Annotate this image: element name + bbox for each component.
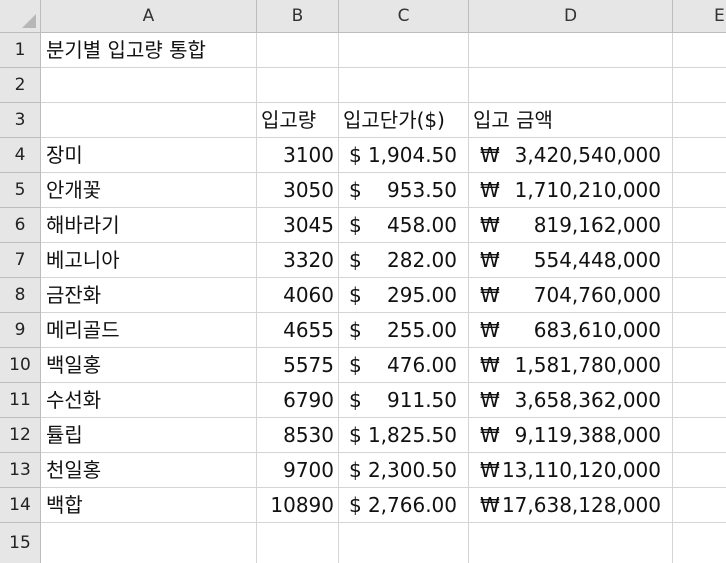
cell-krw-symbol: ₩: [480, 423, 500, 447]
gridline: [41, 67, 726, 68]
cell-price[interactable]: 282.00: [361, 243, 457, 277]
cell-qty[interactable]: 10890: [256, 488, 334, 522]
cell-qty[interactable]: 3045: [256, 208, 334, 242]
spreadsheet: A B C D E 1 2 3 4 5 6 7 8 9 10 11 12 13 …: [0, 0, 726, 563]
cell-qty[interactable]: 6790: [256, 383, 334, 417]
header-unit-price[interactable]: 입고단가($): [343, 103, 445, 137]
cell-amount[interactable]: 13,110,120,000: [501, 453, 661, 487]
row-header-13[interactable]: 13: [0, 453, 41, 488]
cell-amount[interactable]: 683,610,000: [501, 313, 661, 347]
cell-usd-symbol: $: [349, 353, 362, 377]
column-header-a[interactable]: A: [41, 0, 257, 33]
cell-price[interactable]: 1,825.50: [361, 418, 457, 452]
cell-name[interactable]: 백합: [46, 488, 83, 522]
cell-name[interactable]: 천일홍: [46, 453, 101, 487]
cell-usd-symbol: $: [349, 493, 362, 517]
cell-krw-symbol: ₩: [480, 178, 500, 202]
row-header-4[interactable]: 4: [0, 138, 41, 173]
row-header-14[interactable]: 14: [0, 488, 41, 523]
row-header-5[interactable]: 5: [0, 173, 41, 208]
cell-name[interactable]: 안개꽃: [46, 173, 101, 207]
row-header-1[interactable]: 1: [0, 33, 41, 68]
select-all-button[interactable]: [0, 0, 41, 33]
cell-name[interactable]: 해바라기: [46, 208, 120, 242]
cell-krw-symbol: ₩: [480, 213, 500, 237]
gridline: [468, 33, 469, 563]
select-all-triangle-icon: [22, 14, 36, 28]
cell-krw-symbol: ₩: [480, 353, 500, 377]
cell-qty[interactable]: 4655: [256, 313, 334, 347]
column-header-b[interactable]: B: [257, 0, 339, 33]
cell-usd-symbol: $: [349, 318, 362, 342]
cell-price[interactable]: 911.50: [361, 383, 457, 417]
row-header-12[interactable]: 12: [0, 418, 41, 453]
cell-qty[interactable]: 3050: [256, 173, 334, 207]
cell-title[interactable]: 분기별 입고량 통합: [46, 33, 206, 67]
cell-qty[interactable]: 8530: [256, 418, 334, 452]
row-header-10[interactable]: 10: [0, 348, 41, 383]
cell-usd-symbol: $: [349, 178, 362, 202]
cell-usd-symbol: $: [349, 388, 362, 412]
cell-qty[interactable]: 3100: [256, 138, 334, 172]
cell-krw-symbol: ₩: [480, 283, 500, 307]
column-header-d[interactable]: D: [469, 0, 673, 33]
column-header-c[interactable]: C: [339, 0, 469, 33]
row-header-15[interactable]: 15: [0, 523, 41, 563]
cell-usd-symbol: $: [349, 248, 362, 272]
cell-amount[interactable]: 17,638,128,000: [501, 488, 661, 522]
cell-name[interactable]: 금잔화: [46, 278, 101, 312]
row-header-9[interactable]: 9: [0, 313, 41, 348]
header-amount[interactable]: 입고 금액: [473, 103, 553, 137]
cell-amount[interactable]: 9,119,388,000: [501, 418, 661, 452]
cell-price[interactable]: 255.00: [361, 313, 457, 347]
cell-price[interactable]: 476.00: [361, 348, 457, 382]
cell-krw-symbol: ₩: [480, 493, 500, 517]
cell-usd-symbol: $: [349, 423, 362, 447]
gridline: [41, 522, 726, 523]
row-header-11[interactable]: 11: [0, 383, 41, 418]
cell-krw-symbol: ₩: [480, 388, 500, 412]
cell-grid[interactable]: 분기별 입고량 통합 입고량 입고단가($) 입고 금액 장미 3100 $1,90…: [41, 33, 726, 563]
row-header-8[interactable]: 8: [0, 278, 41, 313]
cell-name[interactable]: 튤립: [46, 418, 83, 452]
cell-usd-symbol: $: [349, 143, 362, 167]
row-header-6[interactable]: 6: [0, 208, 41, 243]
cell-name[interactable]: 메리골드: [46, 313, 120, 347]
cell-usd-symbol: $: [349, 458, 362, 482]
gridline: [672, 33, 673, 563]
header-qty[interactable]: 입고량: [261, 103, 316, 137]
cell-price[interactable]: 2,766.00: [361, 488, 457, 522]
cell-amount[interactable]: 3,420,540,000: [501, 138, 661, 172]
cell-amount[interactable]: 704,760,000: [501, 278, 661, 312]
row-header-3[interactable]: 3: [0, 103, 41, 138]
cell-qty[interactable]: 5575: [256, 348, 334, 382]
gridline: [338, 33, 339, 563]
row-header-7[interactable]: 7: [0, 243, 41, 278]
cell-qty[interactable]: 9700: [256, 453, 334, 487]
cell-krw-symbol: ₩: [480, 143, 500, 167]
cell-name[interactable]: 베고니아: [46, 243, 120, 277]
cell-name[interactable]: 수선화: [46, 383, 101, 417]
cell-qty[interactable]: 3320: [256, 243, 334, 277]
cell-price[interactable]: 295.00: [361, 278, 457, 312]
cell-usd-symbol: $: [349, 283, 362, 307]
cell-price[interactable]: 1,904.50: [361, 138, 457, 172]
cell-amount[interactable]: 1,581,780,000: [501, 348, 661, 382]
cell-amount[interactable]: 1,710,210,000: [501, 173, 661, 207]
cell-usd-symbol: $: [349, 213, 362, 237]
row-header-2[interactable]: 2: [0, 68, 41, 103]
cell-price[interactable]: 458.00: [361, 208, 457, 242]
cell-name[interactable]: 백일홍: [46, 348, 101, 382]
cell-amount[interactable]: 3,658,362,000: [501, 383, 661, 417]
cell-krw-symbol: ₩: [480, 458, 500, 482]
cell-qty[interactable]: 4060: [256, 278, 334, 312]
cell-price[interactable]: 953.50: [361, 173, 457, 207]
cell-amount[interactable]: 554,448,000: [501, 243, 661, 277]
cell-amount[interactable]: 819,162,000: [501, 208, 661, 242]
cell-krw-symbol: ₩: [480, 248, 500, 272]
column-header-e[interactable]: E: [673, 0, 726, 33]
cell-price[interactable]: 2,300.50: [361, 453, 457, 487]
cell-krw-symbol: ₩: [480, 318, 500, 342]
cell-name[interactable]: 장미: [46, 138, 83, 172]
